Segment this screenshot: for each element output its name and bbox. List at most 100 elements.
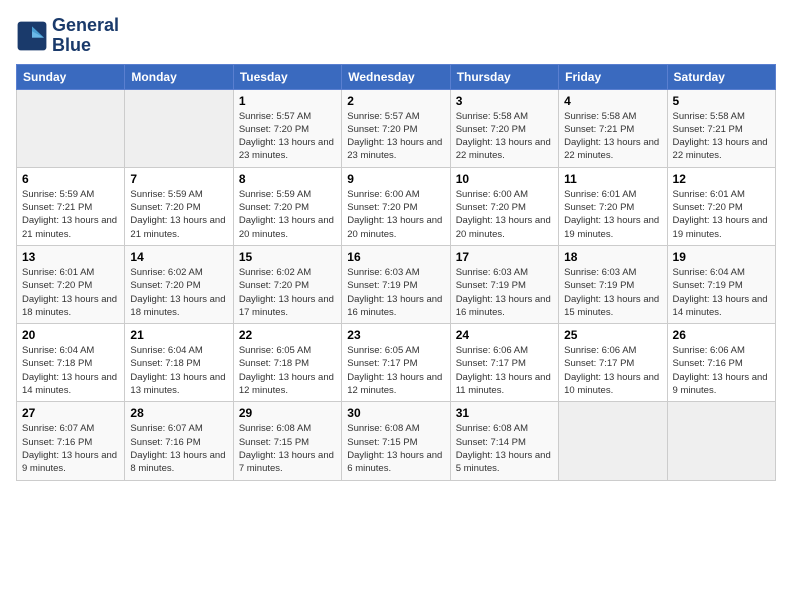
calendar-cell: [667, 402, 775, 480]
day-number: 31: [456, 406, 553, 420]
calendar-cell: 7 Sunrise: 5:59 AM Sunset: 7:20 PM Daylig…: [125, 167, 233, 245]
day-info: Sunrise: 6:03 AM Sunset: 7:19 PM Dayligh…: [456, 266, 553, 319]
logo-icon: [16, 20, 48, 52]
day-of-week-header: Tuesday: [233, 64, 341, 89]
calendar-cell: 29 Sunrise: 6:08 AM Sunset: 7:15 PM Dayli…: [233, 402, 341, 480]
calendar-cell: 1 Sunrise: 5:57 AM Sunset: 7:20 PM Daylig…: [233, 89, 341, 167]
day-number: 22: [239, 328, 336, 342]
calendar-cell: 23 Sunrise: 6:05 AM Sunset: 7:17 PM Dayli…: [342, 324, 450, 402]
calendar-cell: 22 Sunrise: 6:05 AM Sunset: 7:18 PM Dayli…: [233, 324, 341, 402]
day-number: 6: [22, 172, 119, 186]
calendar-cell: 10 Sunrise: 6:00 AM Sunset: 7:20 PM Dayli…: [450, 167, 558, 245]
day-info: Sunrise: 5:57 AM Sunset: 7:20 PM Dayligh…: [239, 110, 336, 163]
day-info: Sunrise: 6:02 AM Sunset: 7:20 PM Dayligh…: [130, 266, 227, 319]
day-info: Sunrise: 6:01 AM Sunset: 7:20 PM Dayligh…: [673, 188, 770, 241]
day-number: 19: [673, 250, 770, 264]
calendar-cell: 21 Sunrise: 6:04 AM Sunset: 7:18 PM Dayli…: [125, 324, 233, 402]
day-info: Sunrise: 6:06 AM Sunset: 7:16 PM Dayligh…: [673, 344, 770, 397]
day-info: Sunrise: 6:00 AM Sunset: 7:20 PM Dayligh…: [456, 188, 553, 241]
calendar-cell: 13 Sunrise: 6:01 AM Sunset: 7:20 PM Dayli…: [17, 245, 125, 323]
page-header: General Blue: [16, 16, 776, 56]
day-number: 9: [347, 172, 444, 186]
logo: General Blue: [16, 16, 119, 56]
day-info: Sunrise: 6:08 AM Sunset: 7:15 PM Dayligh…: [239, 422, 336, 475]
calendar-cell: 20Sunrise: 6:04 AM Sunset: 7:18 PM Dayli…: [17, 324, 125, 402]
calendar-cell: 24 Sunrise: 6:06 AM Sunset: 7:17 PM Dayli…: [450, 324, 558, 402]
day-number: 2: [347, 94, 444, 108]
calendar-week-row: 20Sunrise: 6:04 AM Sunset: 7:18 PM Dayli…: [17, 324, 776, 402]
day-info: Sunrise: 5:57 AM Sunset: 7:20 PM Dayligh…: [347, 110, 444, 163]
day-info: Sunrise: 6:07 AM Sunset: 7:16 PM Dayligh…: [22, 422, 119, 475]
day-info: Sunrise: 6:04 AM Sunset: 7:18 PM Dayligh…: [130, 344, 227, 397]
logo-text: General Blue: [52, 16, 119, 56]
day-info: Sunrise: 6:08 AM Sunset: 7:15 PM Dayligh…: [347, 422, 444, 475]
day-number: 15: [239, 250, 336, 264]
day-info: Sunrise: 6:08 AM Sunset: 7:14 PM Dayligh…: [456, 422, 553, 475]
calendar-header: SundayMondayTuesdayWednesdayThursdayFrid…: [17, 64, 776, 89]
calendar-cell: 2 Sunrise: 5:57 AM Sunset: 7:20 PM Daylig…: [342, 89, 450, 167]
day-of-week-header: Monday: [125, 64, 233, 89]
day-of-week-header: Wednesday: [342, 64, 450, 89]
day-of-week-header: Sunday: [17, 64, 125, 89]
day-info: Sunrise: 6:07 AM Sunset: 7:16 PM Dayligh…: [130, 422, 227, 475]
day-info: Sunrise: 6:01 AM Sunset: 7:20 PM Dayligh…: [564, 188, 661, 241]
day-number: 24: [456, 328, 553, 342]
day-number: 16: [347, 250, 444, 264]
day-number: 3: [456, 94, 553, 108]
calendar-cell: 17 Sunrise: 6:03 AM Sunset: 7:19 PM Dayli…: [450, 245, 558, 323]
day-info: Sunrise: 6:06 AM Sunset: 7:17 PM Dayligh…: [564, 344, 661, 397]
day-number: 7: [130, 172, 227, 186]
day-number: 23: [347, 328, 444, 342]
day-of-week-header: Thursday: [450, 64, 558, 89]
calendar-cell: 18Sunrise: 6:03 AM Sunset: 7:19 PM Dayli…: [559, 245, 667, 323]
calendar-cell: 3 Sunrise: 5:58 AM Sunset: 7:20 PM Daylig…: [450, 89, 558, 167]
calendar-cell: 27 Sunrise: 6:07 AM Sunset: 7:16 PM Dayli…: [17, 402, 125, 480]
day-info: Sunrise: 6:05 AM Sunset: 7:17 PM Dayligh…: [347, 344, 444, 397]
day-info: Sunrise: 5:59 AM Sunset: 7:20 PM Dayligh…: [130, 188, 227, 241]
day-info: Sunrise: 6:02 AM Sunset: 7:20 PM Dayligh…: [239, 266, 336, 319]
day-info: Sunrise: 5:58 AM Sunset: 7:21 PM Dayligh…: [673, 110, 770, 163]
calendar-table: SundayMondayTuesdayWednesdayThursdayFrid…: [16, 64, 776, 481]
calendar-week-row: 6 Sunrise: 5:59 AM Sunset: 7:21 PM Daylig…: [17, 167, 776, 245]
calendar-week-row: 27 Sunrise: 6:07 AM Sunset: 7:16 PM Dayli…: [17, 402, 776, 480]
calendar-cell: [125, 89, 233, 167]
day-info: Sunrise: 6:05 AM Sunset: 7:18 PM Dayligh…: [239, 344, 336, 397]
day-number: 29: [239, 406, 336, 420]
day-number: 10: [456, 172, 553, 186]
day-number: 8: [239, 172, 336, 186]
calendar-cell: 14 Sunrise: 6:02 AM Sunset: 7:20 PM Dayli…: [125, 245, 233, 323]
calendar-cell: 25Sunrise: 6:06 AM Sunset: 7:17 PM Dayli…: [559, 324, 667, 402]
day-number: 30: [347, 406, 444, 420]
day-info: Sunrise: 5:58 AM Sunset: 7:20 PM Dayligh…: [456, 110, 553, 163]
day-number: 1: [239, 94, 336, 108]
calendar-cell: [17, 89, 125, 167]
calendar-cell: 19 Sunrise: 6:04 AM Sunset: 7:19 PM Dayli…: [667, 245, 775, 323]
day-number: 17: [456, 250, 553, 264]
day-info: Sunrise: 6:04 AM Sunset: 7:19 PM Dayligh…: [673, 266, 770, 319]
day-number: 13: [22, 250, 119, 264]
day-number: 5: [673, 94, 770, 108]
day-info: Sunrise: 6:04 AM Sunset: 7:18 PM Dayligh…: [22, 344, 119, 397]
day-info: Sunrise: 5:58 AM Sunset: 7:21 PM Dayligh…: [564, 110, 661, 163]
day-info: Sunrise: 6:01 AM Sunset: 7:20 PM Dayligh…: [22, 266, 119, 319]
day-number: 14: [130, 250, 227, 264]
calendar-cell: 26 Sunrise: 6:06 AM Sunset: 7:16 PM Dayli…: [667, 324, 775, 402]
day-info: Sunrise: 6:06 AM Sunset: 7:17 PM Dayligh…: [456, 344, 553, 397]
calendar-week-row: 13 Sunrise: 6:01 AM Sunset: 7:20 PM Dayli…: [17, 245, 776, 323]
calendar-cell: 30 Sunrise: 6:08 AM Sunset: 7:15 PM Dayli…: [342, 402, 450, 480]
day-number: 4: [564, 94, 661, 108]
calendar-week-row: 1 Sunrise: 5:57 AM Sunset: 7:20 PM Daylig…: [17, 89, 776, 167]
day-number: 12: [673, 172, 770, 186]
day-number: 21: [130, 328, 227, 342]
day-info: Sunrise: 5:59 AM Sunset: 7:21 PM Dayligh…: [22, 188, 119, 241]
day-number: 27: [22, 406, 119, 420]
day-info: Sunrise: 6:03 AM Sunset: 7:19 PM Dayligh…: [347, 266, 444, 319]
calendar-cell: 9Sunrise: 6:00 AM Sunset: 7:20 PM Daylig…: [342, 167, 450, 245]
calendar-cell: 4 Sunrise: 5:58 AM Sunset: 7:21 PM Daylig…: [559, 89, 667, 167]
calendar-cell: 16 Sunrise: 6:03 AM Sunset: 7:19 PM Dayli…: [342, 245, 450, 323]
day-number: 28: [130, 406, 227, 420]
day-of-week-header: Saturday: [667, 64, 775, 89]
day-of-week-header: Friday: [559, 64, 667, 89]
day-number: 26: [673, 328, 770, 342]
calendar-cell: 8Sunrise: 5:59 AM Sunset: 7:20 PM Daylig…: [233, 167, 341, 245]
